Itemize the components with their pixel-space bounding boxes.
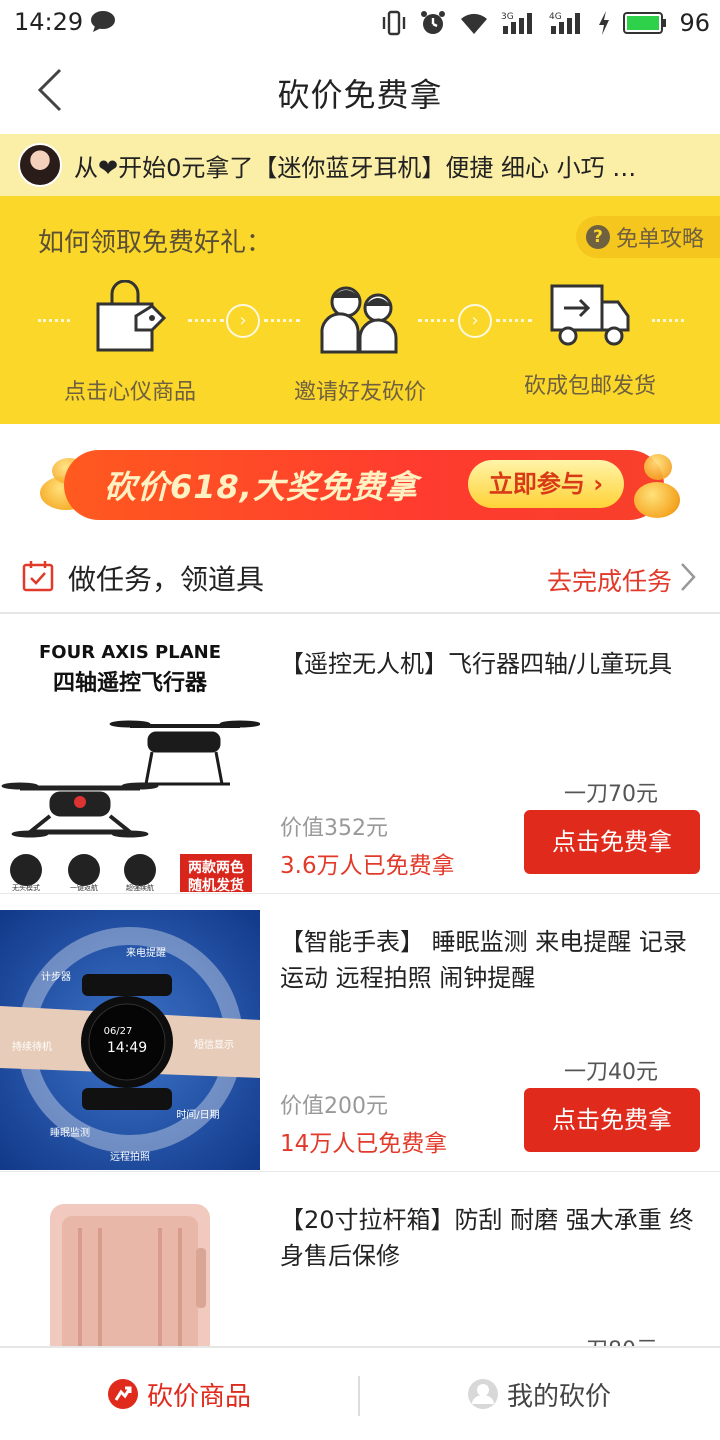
guide-label: 免单攻略: [615, 227, 704, 252]
tab-bargain-products[interactable]: 砍价商品: [0, 1348, 358, 1440]
join-now-label: 立即参与: [488, 470, 585, 498]
product-claim-count: 3.6万人已免费拿: [280, 853, 455, 879]
product-image-drone: FOUR AXIS PLANE 四轴遥控飞行器 无头模式 一键返航 超强续航 两…: [0, 632, 260, 892]
howto-panel: 如何领取免费好礼： ? 免单攻略 › › 点击心仪商品 邀请好友砍价 砍成包邮发…: [0, 196, 720, 424]
product-card[interactable]: 06/27 14:49 来电提醒 计步器 持续待机 短信显示 时间/日期 睡眠监…: [0, 894, 720, 1172]
drone-image: FOUR AXIS PLANE 四轴遥控飞行器 无头模式 一键返航 超强续航 两…: [0, 632, 260, 892]
image-caption: 两款两色: [188, 859, 244, 876]
tab-label: 我的砍价: [506, 1381, 611, 1412]
vibrate-icon: [383, 10, 406, 36]
status-bar: 14:29 3G 4G 96: [0, 0, 720, 46]
image-caption: 持续待机: [12, 1040, 52, 1053]
product-value: 价值200元: [280, 1094, 388, 1119]
product-value: 价值352元: [280, 816, 388, 841]
chevron-right-icon: ›: [458, 304, 492, 338]
status-icons: 3G 4G 96: [381, 8, 710, 38]
coin-icon: [634, 482, 680, 518]
image-caption: 远程拍照: [110, 1150, 150, 1163]
image-caption: 来电提醒: [126, 946, 166, 959]
banner-text: 砍价618,大奖免费拿: [104, 468, 418, 506]
image-caption: 计步器: [41, 970, 71, 983]
help-icon: ?: [585, 225, 610, 249]
image-caption: 06/27: [104, 1026, 133, 1037]
chat-icon: [91, 11, 115, 32]
product-claim-count: 14万人已免费拿: [280, 1131, 448, 1157]
task-row: 做任务，领道具 去完成任务: [0, 540, 720, 614]
ticker-text: 从❤开始0元拿了【迷你蓝牙耳机】便捷 细心 小巧 …: [74, 153, 637, 182]
howto-title: 如何领取免费好礼：: [38, 228, 273, 258]
tab-label: 砍价商品: [146, 1381, 251, 1412]
step-label: 砍成包邮发货: [523, 374, 656, 399]
bargain-icon: [107, 1379, 138, 1409]
friends-icon: [320, 286, 398, 354]
product-card[interactable]: FOUR AXIS PLANE 四轴遥控飞行器 无头模式 一键返航 超强续航 两…: [0, 616, 720, 894]
battery-icon: [623, 12, 667, 34]
image-caption: 一键返航: [70, 883, 98, 892]
delivery-truck-icon: [550, 284, 630, 346]
user-icon: [467, 1379, 498, 1409]
svg-text:3G: 3G: [501, 12, 514, 22]
image-caption: 四轴遥控飞行器: [53, 670, 208, 696]
join-now-button[interactable]: 立即参与 ›: [468, 460, 624, 508]
guide-button[interactable]: ? 免单攻略: [575, 216, 720, 258]
image-caption: 14:49: [107, 1040, 147, 1056]
image-caption: FOUR AXIS PLANE: [39, 642, 221, 663]
signal-4g-icon: 4G: [549, 12, 581, 34]
shopping-bag-icon: [96, 280, 167, 352]
product-cut-amount: 一刀70元: [564, 782, 658, 807]
image-caption: 无头模式: [12, 883, 40, 892]
product-title: 【遥控无人机】飞行器四轴/儿童玩具: [280, 650, 673, 678]
promo-banner[interactable]: 砍价618,大奖免费拿 立即参与 ›: [40, 448, 680, 524]
page-title: 砍价免费拿: [277, 76, 443, 114]
claim-free-button[interactable]: 点击免费拿: [524, 1088, 700, 1152]
image-caption: 时间/日期: [176, 1108, 219, 1121]
svg-text:4G: 4G: [549, 12, 562, 22]
alarm-icon: [421, 11, 446, 34]
image-caption: 随机发货: [188, 877, 244, 892]
image-caption: 睡眠监测: [50, 1126, 90, 1139]
step-free-shipping: 砍成包邮发货: [490, 280, 690, 400]
chevron-right-icon: ›: [226, 304, 260, 338]
winner-ticker: 从❤开始0元拿了【迷你蓝牙耳机】便捷 细心 小巧 …: [0, 134, 720, 196]
tab-my-bargains[interactable]: 我的砍价: [360, 1348, 718, 1440]
step-label: 邀请好友砍价: [293, 380, 426, 405]
wifi-icon: [461, 13, 488, 34]
step-label: 点击心仪商品: [63, 380, 196, 405]
chevron-right-icon[interactable]: [680, 562, 696, 592]
product-title: 【智能手表】 睡眠监测 来电提醒 记录运动 远程拍照 闹钟提醒: [280, 928, 687, 992]
complete-tasks-link[interactable]: 去完成任务: [547, 562, 672, 598]
charging-icon: [599, 11, 610, 35]
calendar-check-icon: [22, 561, 54, 592]
image-caption: 超强续航: [126, 883, 154, 892]
app-header: 砍价免费拿: [0, 46, 720, 134]
coin-icon: [644, 454, 672, 480]
watch-image: 06/27 14:49 来电提醒 计步器 持续待机 短信显示 时间/日期 睡眠监…: [0, 910, 260, 1170]
product-cut-amount: 一刀40元: [564, 1060, 658, 1085]
signal-3g-icon: 3G: [501, 12, 533, 34]
avatar: [18, 143, 62, 187]
image-caption: 短信显示: [194, 1038, 234, 1051]
claim-free-button[interactable]: 点击免费拿: [524, 810, 700, 874]
task-title: 做任务，领道具: [68, 563, 265, 596]
bottom-tab-bar: 砍价商品 我的砍价: [0, 1346, 720, 1440]
step-invite-friends: 邀请好友砍价: [260, 280, 460, 406]
status-time: 14:29: [14, 8, 84, 36]
step-select-product: 点击心仪商品: [30, 280, 230, 406]
product-title: 【20寸拉杆箱】防刮 耐磨 强大承重 终身售后保修: [280, 1206, 694, 1270]
battery-level: 96: [679, 9, 710, 37]
product-image-watch: 06/27 14:49 来电提醒 计步器 持续待机 短信显示 时间/日期 睡眠监…: [0, 910, 260, 1170]
